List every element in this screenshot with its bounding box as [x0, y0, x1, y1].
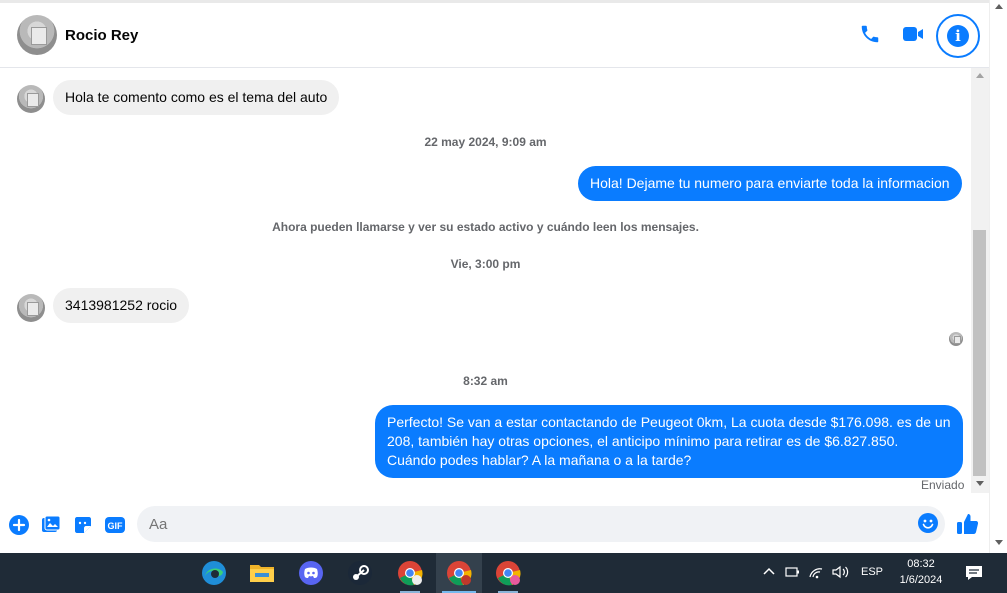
chat-header: Rocio Rey i — [0, 0, 989, 68]
timestamp: Vie, 3:00 pm — [450, 257, 521, 271]
chrome-icon — [398, 561, 423, 586]
taskbar-chrome-3[interactable] — [485, 553, 531, 593]
taskbar-chrome-1[interactable] — [387, 553, 433, 593]
wifi-icon[interactable] — [808, 565, 824, 582]
contact-avatar[interactable] — [17, 15, 57, 55]
window-scroll-down-arrow[interactable] — [995, 540, 1003, 545]
taskbar-file-explorer[interactable] — [239, 553, 285, 593]
taskbar-edge[interactable] — [191, 553, 237, 593]
window-scrollbar[interactable] — [989, 0, 1007, 553]
image-icon[interactable] — [40, 514, 62, 536]
outgoing-message[interactable]: Perfecto! Se van a estar contactando de … — [375, 405, 963, 478]
plus-icon[interactable] — [8, 514, 30, 536]
taskbar-steam[interactable] — [337, 553, 383, 593]
messages-scrollbar[interactable] — [971, 68, 989, 493]
taskbar-discord[interactable] — [288, 553, 334, 593]
incoming-message[interactable]: Hola te comento como es el tema del auto — [53, 80, 340, 115]
incoming-message[interactable]: 3413981252 rocio — [53, 288, 190, 323]
notification-icon[interactable] — [964, 563, 984, 588]
gif-icon[interactable]: GIF — [104, 514, 126, 536]
sender-avatar[interactable] — [17, 85, 45, 113]
clock[interactable]: 08:32 1/6/2024 — [890, 556, 952, 588]
contact-name[interactable]: Rocio Rey — [65, 27, 138, 44]
windows-taskbar: ESP 08:32 1/6/2024 — [0, 553, 1007, 593]
delivery-status: Enviado — [921, 478, 965, 492]
info-icon: i — [947, 25, 969, 47]
gif-icon-label: GIF — [108, 521, 124, 531]
chrome-icon — [496, 561, 521, 586]
sender-avatar[interactable] — [17, 294, 45, 322]
volume-icon[interactable] — [832, 565, 850, 582]
clock-date: 1/6/2024 — [899, 574, 943, 586]
scroll-up-arrow[interactable] — [976, 73, 984, 78]
language-indicator[interactable]: ESP — [861, 566, 883, 578]
system-notice: Ahora pueden llamarse y ver su estado ac… — [272, 220, 699, 234]
phone-icon[interactable] — [857, 21, 883, 47]
chrome-icon — [447, 561, 472, 586]
video-call-icon[interactable] — [900, 21, 926, 47]
folder-icon — [250, 565, 274, 582]
system-tray — [762, 553, 850, 593]
scrollbar-thumb[interactable] — [973, 230, 986, 476]
message-list[interactable]: Hola te comento como es el tema del auto… — [0, 68, 971, 500]
chevron-up-icon[interactable] — [762, 565, 776, 582]
message-input[interactable] — [137, 506, 897, 542]
edge-icon — [202, 561, 226, 585]
emoji-icon[interactable] — [918, 513, 940, 535]
thumbs-up-icon[interactable] — [956, 512, 980, 536]
clock-time: 08:32 — [907, 558, 935, 570]
seen-avatar — [949, 332, 963, 346]
scroll-down-arrow[interactable] — [976, 481, 984, 486]
composer: GIF — [0, 500, 989, 550]
sticker-icon[interactable] — [72, 514, 94, 536]
discord-icon — [299, 561, 323, 585]
battery-icon[interactable] — [784, 565, 800, 582]
window-scroll-up-arrow[interactable] — [995, 4, 1003, 9]
timestamp: 8:32 am — [463, 374, 508, 388]
info-button[interactable]: i — [936, 14, 980, 58]
taskbar-chrome-2[interactable] — [436, 553, 482, 593]
outgoing-message[interactable]: Hola! Dejame tu numero para enviarte tod… — [578, 166, 962, 201]
messenger-window: Rocio Rey i Hola te comento como es el t… — [0, 0, 1007, 553]
message-input-box[interactable] — [137, 506, 945, 542]
timestamp: 22 may 2024, 9:09 am — [424, 135, 547, 149]
steam-icon — [348, 561, 372, 585]
